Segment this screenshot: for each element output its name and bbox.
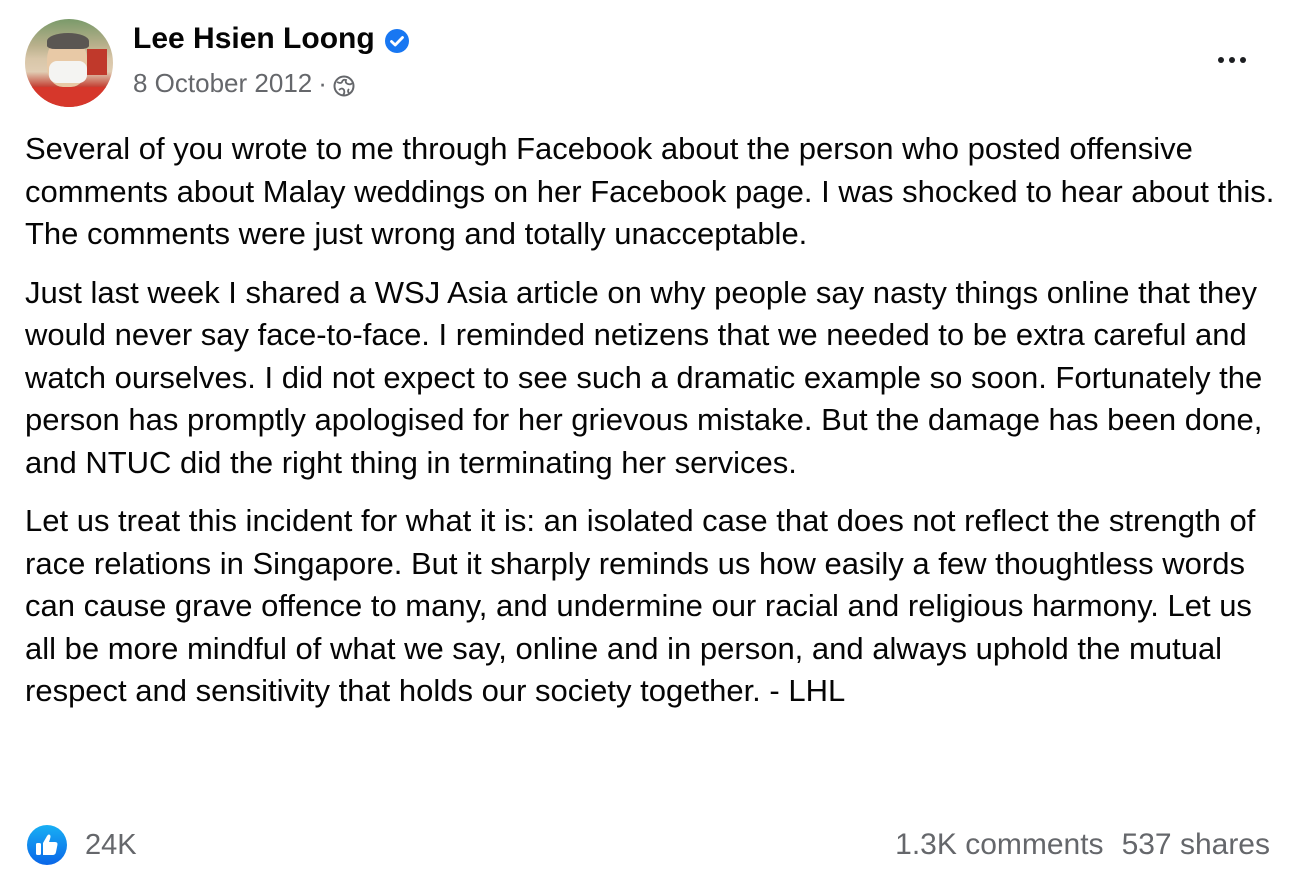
facebook-post: Lee Hsien Loong 8 October 2012 · Several… bbox=[0, 0, 1300, 891]
author-header: Lee Hsien Loong bbox=[133, 22, 409, 56]
avatar-shirt bbox=[25, 87, 113, 107]
author-avatar[interactable] bbox=[25, 19, 113, 107]
post-body: Several of you wrote to me through Faceb… bbox=[25, 128, 1280, 729]
avatar-background bbox=[87, 49, 107, 75]
more-dot bbox=[1229, 57, 1235, 63]
author-name-link[interactable]: Lee Hsien Loong bbox=[133, 22, 375, 56]
post-paragraph: Just last week I shared a WSJ Asia artic… bbox=[25, 274, 1263, 480]
more-options-icon bbox=[1218, 57, 1224, 63]
post-date-link[interactable]: 8 October 2012 bbox=[133, 68, 312, 99]
post-paragraph: Several of you wrote to me through Faceb… bbox=[25, 131, 1275, 251]
avatar-hair bbox=[47, 33, 89, 49]
shares-count-link[interactable]: 537 shares bbox=[1122, 828, 1270, 862]
post-meta: 8 October 2012 · bbox=[133, 68, 355, 99]
globe-icon[interactable] bbox=[333, 73, 355, 96]
comments-count-link[interactable]: 1.3K comments bbox=[895, 828, 1103, 862]
engagement-stats: 1.3K comments 537 shares bbox=[895, 828, 1270, 862]
reaction-count: 24K bbox=[85, 828, 137, 861]
avatar-mask bbox=[49, 61, 87, 83]
like-thumb-icon bbox=[25, 823, 69, 867]
more-options-button[interactable] bbox=[1212, 44, 1252, 76]
reactions-summary[interactable]: 24K bbox=[25, 823, 137, 867]
meta-separator: · bbox=[318, 68, 327, 98]
more-dot bbox=[1240, 57, 1246, 63]
post-paragraph: Let us treat this incident for what it i… bbox=[25, 503, 1256, 708]
verified-badge-icon bbox=[384, 27, 409, 53]
post-footer: 24K 1.3K comments 537 shares bbox=[25, 822, 1270, 868]
